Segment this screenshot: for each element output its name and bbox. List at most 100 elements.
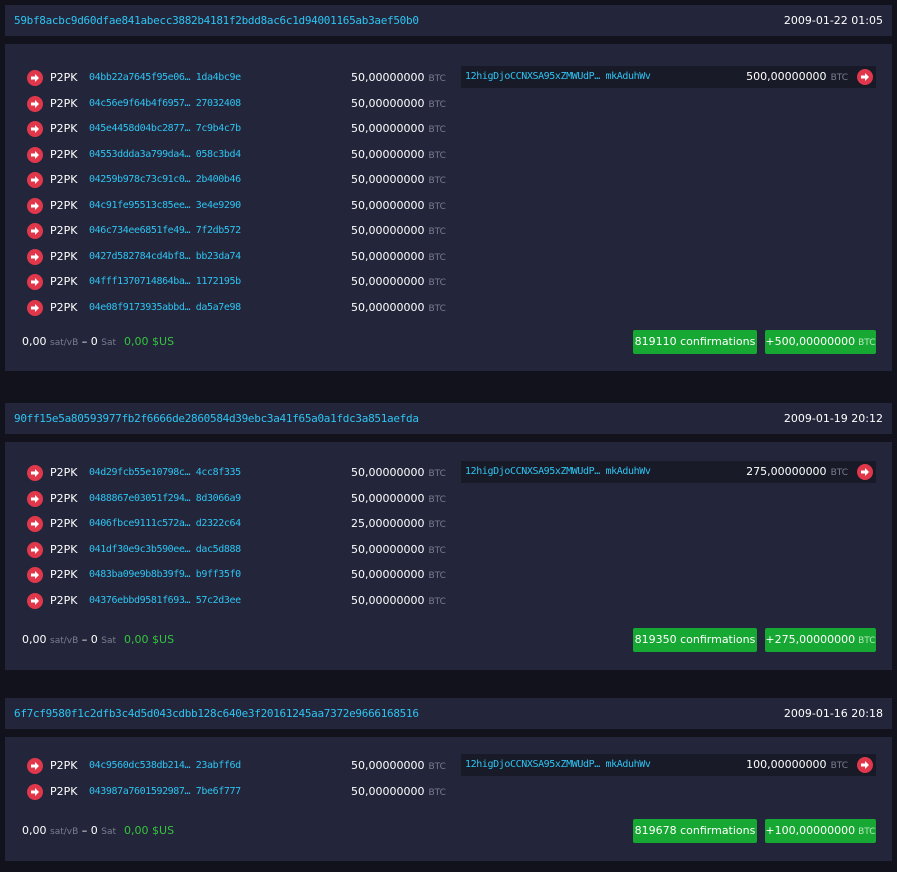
arrow-right-circle-icon[interactable] <box>27 592 43 609</box>
confirmations-button[interactable]: 819678 confirmations <box>633 819 757 843</box>
input-address-link[interactable]: 0488867e03051f294… 8d3066a9 <box>89 489 241 509</box>
amount-unit: BTC <box>428 125 446 135</box>
arrow-right-circle-icon[interactable] <box>27 516 43 532</box>
input-row: P2PK 04fff1370714864ba… 1172195b 50,000000… <box>25 272 446 293</box>
input-address-link[interactable]: 04d29fcb55e10798c… 4cc8f335 <box>89 463 241 483</box>
input-address-link[interactable]: 043987a7601592987… 7be6f777 <box>89 782 241 802</box>
input-amount: 50,00000000 BTC <box>351 68 446 89</box>
input-type-label: P2PK <box>50 759 78 772</box>
input-address-link[interactable]: 04553ddda3a799da4… 058c3bd4 <box>89 145 241 165</box>
txid-link[interactable]: 59bf8acbc9d60dfae841abecc3882b4181f2bdd8… <box>14 5 419 36</box>
input-address-link[interactable]: 045e4458d04bc2877… 7c9b4c7b <box>89 119 241 139</box>
total-amount: +100,00000000 <box>765 824 856 837</box>
output-row: 12higDjoCCNXSA95xZMWUdP… mkAduhWv 275,000… <box>461 461 876 483</box>
input-amount: 50,00000000 BTC <box>351 565 446 586</box>
arrow-right-circle-icon[interactable] <box>857 69 873 85</box>
input-type-label: P2PK <box>50 122 78 135</box>
input-row: P2PK 04bb22a7645f95e06… 1da4bc9e 50,000000… <box>25 68 446 89</box>
input-type-label: P2PK <box>50 491 78 505</box>
arrow-right-circle-icon[interactable] <box>27 541 43 558</box>
arrow-right-circle-icon[interactable] <box>27 299 43 316</box>
output-address-link[interactable]: 12higDjoCCNXSA95xZMWUdP… mkAduhWv <box>465 461 651 483</box>
arrow-right-circle-icon[interactable] <box>27 172 43 188</box>
total-amount-button[interactable]: +100,00000000 BTC <box>765 819 876 843</box>
arrow-right-circle-icon[interactable] <box>27 121 43 137</box>
arrow-right-circle-icon[interactable] <box>27 490 43 507</box>
input-address-link[interactable]: 04376ebbd9581f693… 57c2d3ee <box>89 591 241 611</box>
output-amount: 500,00000000 BTC <box>746 66 848 89</box>
input-row: P2PK 04259b978c73c91c0… 2b400b46 50,000000… <box>25 170 446 190</box>
input-address-link[interactable]: 04c9560dc538db214… 23abff6d <box>89 756 241 776</box>
arrow-right-circle-icon[interactable] <box>27 70 43 86</box>
input-row: P2PK 04c9560dc538db214… 23abff6d 50,000000… <box>25 756 446 776</box>
transaction-time: 2009-01-22 01:05 <box>783 14 883 27</box>
input-address-link[interactable]: 04bb22a7645f95e06… 1da4bc9e <box>89 68 241 88</box>
arrow-right-circle-icon[interactable] <box>27 274 43 290</box>
output-address-link[interactable]: 12higDjoCCNXSA95xZMWUdP… mkAduhWv <box>465 754 651 776</box>
arrow-right-circle-icon[interactable] <box>857 464 873 480</box>
arrow-right-circle-icon[interactable] <box>27 567 43 583</box>
transaction-header: 59bf8acbc9d60dfae841abecc3882b4181f2bdd8… <box>5 5 892 36</box>
input-row: P2PK 0406fbce9111c572a… d2322c64 25,000000… <box>25 514 446 534</box>
input-address-link[interactable]: 04259b978c73c91c0… 2b400b46 <box>89 170 241 190</box>
arrow-right-circle-icon[interactable] <box>27 223 43 239</box>
input-type-label: P2PK <box>50 96 78 110</box>
input-address-link[interactable]: 04c91fe95513c85ee… 3e4e9290 <box>89 196 241 216</box>
amount-unit: BTC <box>428 227 446 237</box>
input-amount: 50,00000000 BTC <box>351 145 446 166</box>
fee-usd: 0,00 $US <box>124 335 175 348</box>
total-amount-button[interactable]: +275,00000000 BTC <box>765 628 876 652</box>
confirmations-button[interactable]: 819350 confirmations <box>633 628 757 652</box>
input-address-link[interactable]: 0406fbce9111c572a… d2322c64 <box>89 514 241 534</box>
input-type-label: P2PK <box>50 593 78 607</box>
arrow-right-circle-icon[interactable] <box>27 248 43 265</box>
input-address-link[interactable]: 04fff1370714864ba… 1172195b <box>89 272 241 292</box>
total-amount: +500,00000000 <box>765 335 856 348</box>
amount-value: 50,00000000 <box>351 147 425 161</box>
amount-unit: BTC <box>428 571 446 581</box>
input-amount: 50,00000000 BTC <box>351 489 446 510</box>
arrow-right-circle-icon[interactable] <box>27 758 43 774</box>
amount-unit: BTC <box>428 278 446 288</box>
input-type-label: P2PK <box>50 517 78 530</box>
fee-info: 0,00 sat/vB – 0 Sat 0,00 $US <box>22 819 174 844</box>
arrow-right-circle-icon[interactable] <box>27 465 43 481</box>
fee-rate-unit: sat/vB <box>50 636 79 646</box>
arrow-right-circle-icon[interactable] <box>27 95 43 112</box>
input-type-label: P2PK <box>50 568 78 581</box>
arrow-right-circle-icon[interactable] <box>27 197 43 214</box>
fee-usd: 0,00 $US <box>124 633 175 646</box>
transaction-body: P2PK 04bb22a7645f95e06… 1da4bc9e 50,000000… <box>5 44 892 371</box>
input-address-link[interactable]: 046c734ee6851fe49… 7f2db572 <box>89 221 241 241</box>
input-address-link[interactable]: 0427d582784cd4bf8… bb23da74 <box>89 247 241 267</box>
total-unit: BTC <box>858 636 876 646</box>
amount-unit: BTC <box>428 545 446 556</box>
amount-value: 50,00000000 <box>351 96 425 110</box>
input-address-link[interactable]: 04e08f9173935abbd… da5a7e98 <box>89 298 241 318</box>
input-amount: 50,00000000 BTC <box>351 298 446 319</box>
input-address-link[interactable]: 041df30e9c3b590ee… dac5d888 <box>89 540 241 560</box>
arrow-right-circle-icon[interactable] <box>27 783 43 800</box>
txid-link[interactable]: 6f7cf9580f1c2dfb3c4d5d043cdbb128c640e3f2… <box>14 698 419 729</box>
txid-link[interactable]: 90ff15e5a80593977fb2f6666de2860584d39ebc… <box>14 403 419 434</box>
input-address-link[interactable]: 0483ba09e9b8b39f9… b9ff35f0 <box>89 565 241 585</box>
confirmations-button[interactable]: 819110 confirmations <box>633 330 757 354</box>
input-amount: 50,00000000 BTC <box>351 272 446 293</box>
amount-value: 50,00000000 <box>351 542 425 556</box>
amount-value: 25,00000000 <box>351 517 425 530</box>
amount-unit: BTC <box>428 150 446 161</box>
arrow-right-circle-icon[interactable] <box>27 146 43 163</box>
transaction-body: P2PK 04c9560dc538db214… 23abff6d 50,000000… <box>5 737 892 861</box>
amount-unit: BTC <box>830 468 848 478</box>
input-type-label: P2PK <box>50 275 78 288</box>
fee-sat: 0 <box>90 824 98 837</box>
amount-unit: BTC <box>428 762 446 772</box>
input-address-link[interactable]: 04c56e9f64b4f6957… 27032408 <box>89 94 241 114</box>
input-type-label: P2PK <box>50 198 78 212</box>
output-address-link[interactable]: 12higDjoCCNXSA95xZMWUdP… mkAduhWv <box>465 66 651 88</box>
arrow-right-circle-icon[interactable] <box>857 757 873 773</box>
total-amount-button[interactable]: +500,00000000 BTC <box>765 330 876 354</box>
amount-value: 50,00000000 <box>351 491 425 505</box>
input-amount: 50,00000000 BTC <box>351 221 446 242</box>
transaction-body: P2PK 04d29fcb55e10798c… 4cc8f335 50,000000… <box>5 442 892 670</box>
